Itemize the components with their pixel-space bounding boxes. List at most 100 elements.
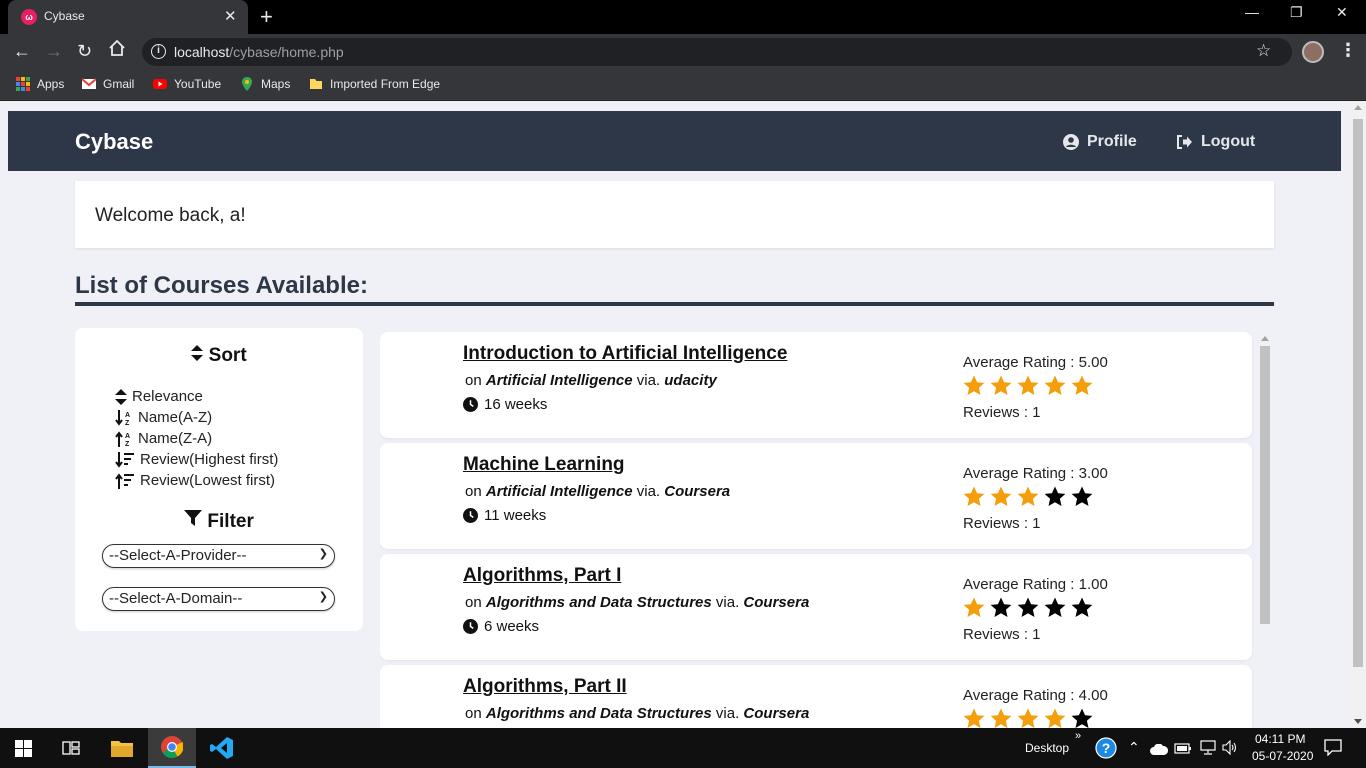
star-filled-icon xyxy=(963,375,985,395)
course-title-link[interactable]: Machine Learning xyxy=(463,454,625,476)
scroll-up-icon[interactable] xyxy=(1261,336,1269,341)
average-rating: Average Rating : 4.00 xyxy=(963,687,1108,704)
sort-option-name-asc[interactable]: AZ Name(A-Z) xyxy=(115,407,278,428)
profile-link[interactable]: Profile xyxy=(1063,133,1137,151)
minimize-icon[interactable]: — xyxy=(1245,4,1259,20)
user-circle-icon xyxy=(1063,134,1079,150)
course-list-scrollbar[interactable] xyxy=(1258,332,1272,728)
star-filled-icon xyxy=(990,486,1012,506)
clock-date[interactable]: 05-07-2020 xyxy=(1252,749,1313,763)
page-viewport: Cybase Profile Logout Welcome back, a! L… xyxy=(0,101,1366,728)
notifications-icon[interactable] xyxy=(1324,738,1342,761)
sort-amount-up-icon xyxy=(115,472,134,489)
back-icon[interactable]: ← xyxy=(13,41,31,62)
sort-option-review-high[interactable]: Review(Highest first) xyxy=(115,449,278,470)
svg-text:A: A xyxy=(125,433,130,440)
course-duration: 11 weeks xyxy=(463,507,546,524)
course-meta: on Artificial Intelligence via. udacity xyxy=(465,372,717,389)
star-filled-icon xyxy=(963,597,985,617)
course-card: Algorithms, Part II on Algorithms and Da… xyxy=(380,665,1252,728)
forward-icon[interactable]: → xyxy=(45,41,63,62)
svg-text:?: ? xyxy=(1102,740,1111,756)
logout-link[interactable]: Logout xyxy=(1176,133,1255,151)
tab-close-icon[interactable]: ✕ xyxy=(224,7,237,25)
address-bar[interactable]: i localhost/cybase/home.php ☆ xyxy=(142,38,1292,66)
sort-option-review-low[interactable]: Review(Lowest first) xyxy=(115,470,278,491)
course-card: Algorithms, Part I on Algorithms and Dat… xyxy=(380,554,1252,660)
clock-icon xyxy=(463,397,478,412)
star-empty-icon xyxy=(1044,486,1066,506)
gmail-icon xyxy=(82,78,96,89)
help-icon[interactable]: ? xyxy=(1095,737,1117,764)
battery-icon[interactable] xyxy=(1174,741,1192,759)
course-list[interactable]: Introduction to Artificial Intelligence … xyxy=(380,332,1273,728)
sort-icon xyxy=(115,388,127,405)
browser-tab[interactable]: ω Cybase ✕ xyxy=(8,0,248,34)
scroll-down-icon[interactable] xyxy=(1354,719,1362,724)
svg-text:Z: Z xyxy=(125,420,130,427)
restore-icon[interactable]: ❐ xyxy=(1290,4,1303,21)
brand-logo[interactable]: Cybase xyxy=(75,129,153,155)
course-meta: on Algorithms and Data Structures via. C… xyxy=(465,594,810,611)
home-icon[interactable] xyxy=(108,39,126,62)
course-title-link[interactable]: Introduction to Artificial Intelligence xyxy=(463,343,787,365)
course-title-link[interactable]: Algorithms, Part I xyxy=(463,565,621,587)
welcome-banner: Welcome back, a! xyxy=(75,181,1274,248)
bookmark-imported-folder[interactable]: Imported From Edge xyxy=(309,77,440,91)
window-close-icon[interactable]: ✕ xyxy=(1336,4,1348,21)
browser-toolbar: ← → ↻ i localhost/cybase/home.php ☆ ⋮ xyxy=(0,34,1366,70)
scroll-up-icon[interactable] xyxy=(1354,105,1362,110)
average-rating: Average Rating : 5.00 xyxy=(963,354,1108,371)
star-empty-icon xyxy=(990,597,1012,617)
chevron-down-icon: ❯ xyxy=(318,548,328,560)
reload-icon[interactable]: ↻ xyxy=(77,41,92,62)
scroll-thumb[interactable] xyxy=(1260,346,1270,624)
sort-option-relevance[interactable]: Relevance xyxy=(115,386,278,407)
star-filled-icon xyxy=(1017,708,1039,728)
course-title-link[interactable]: Algorithms, Part II xyxy=(463,676,627,698)
heading-divider xyxy=(75,302,1274,306)
profile-avatar[interactable] xyxy=(1302,41,1324,63)
star-rating xyxy=(962,485,1094,509)
tray-chevron-up-icon[interactable]: ⌃ xyxy=(1128,739,1140,756)
svg-text:A: A xyxy=(125,412,130,419)
course-card: Machine Learning on Artificial Intellige… xyxy=(380,443,1252,549)
star-filled-icon xyxy=(1071,375,1093,395)
bookmark-maps[interactable]: Maps xyxy=(240,77,290,91)
course-duration: 6 weeks xyxy=(463,618,539,635)
task-view-icon[interactable] xyxy=(62,739,80,762)
sign-out-icon xyxy=(1177,135,1192,149)
star-filled-icon xyxy=(963,486,985,506)
site-info-icon[interactable]: i xyxy=(151,44,166,59)
bookmark-youtube[interactable]: YouTube xyxy=(153,77,221,91)
filter-icon xyxy=(184,510,203,526)
star-filled-icon xyxy=(1044,708,1066,728)
bookmark-star-icon[interactable]: ☆ xyxy=(1256,41,1280,65)
bookmark-gmail[interactable]: Gmail xyxy=(82,77,134,91)
onedrive-cloud-icon[interactable] xyxy=(1150,742,1169,760)
star-filled-icon xyxy=(1017,486,1039,506)
clock-time[interactable]: 04:11 PM xyxy=(1255,732,1305,746)
domain-select[interactable]: --Select-A-Domain-- ❯ xyxy=(102,587,335,611)
file-explorer-icon[interactable] xyxy=(110,738,134,763)
windows-taskbar: Desktop » ? ⌃ 04:11 PM 05-07-2020 xyxy=(0,728,1366,768)
page-scrollbar[interactable] xyxy=(1350,101,1366,728)
sort-option-name-desc[interactable]: AZ Name(Z-A) xyxy=(115,428,278,449)
bookmark-apps[interactable]: Apps xyxy=(16,77,64,91)
windows-start-icon[interactable] xyxy=(15,740,32,762)
desktop-toolbar-label[interactable]: Desktop xyxy=(1025,741,1069,755)
chevron-double-right-icon[interactable]: » xyxy=(1075,730,1081,742)
browser-menu-icon[interactable]: ⋮ xyxy=(1339,40,1357,61)
star-rating xyxy=(962,596,1094,620)
site-navbar: Cybase Profile Logout xyxy=(8,111,1341,171)
chevron-down-icon: ❯ xyxy=(318,591,328,603)
provider-select[interactable]: --Select-A-Provider-- ❯ xyxy=(102,544,335,568)
volume-icon[interactable] xyxy=(1222,739,1238,760)
star-rating xyxy=(962,374,1094,398)
scroll-thumb[interactable] xyxy=(1353,119,1363,667)
vscode-icon[interactable] xyxy=(210,736,234,765)
star-empty-icon xyxy=(1071,486,1093,506)
new-tab-icon[interactable]: + xyxy=(260,4,273,30)
network-icon[interactable] xyxy=(1199,740,1217,760)
clock-icon xyxy=(463,619,478,634)
